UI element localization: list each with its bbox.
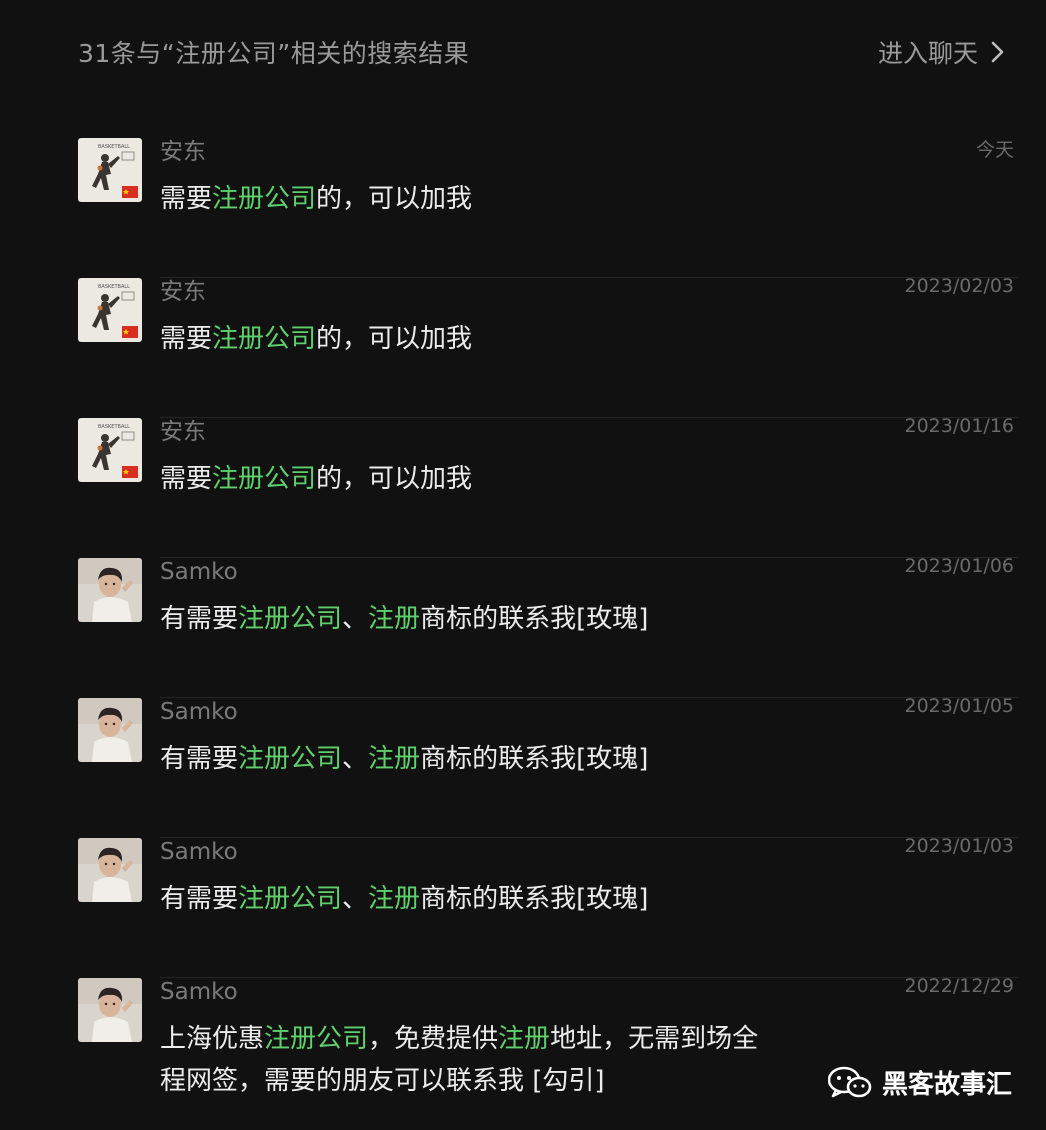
message-timestamp: 2023/01/06 [904,555,1014,577]
sender-name: Samko [160,839,238,865]
result-content: Samko 2023/01/03 有需要注册公司、注册商标的联系我[玫瑰] [160,835,1018,920]
message-segment: 商标的联系我[玫瑰] [420,744,649,774]
message-segment: 、 [342,604,369,634]
watermark: 黑客故事汇 [827,1064,1012,1101]
result-content: Samko 2023/01/06 有需要注册公司、注册商标的联系我[玫瑰] [160,555,1018,640]
message-timestamp: 2023/01/03 [904,835,1014,857]
search-result-item[interactable]: Samko 2023/01/03 有需要注册公司、注册商标的联系我[玫瑰] [78,835,1018,978]
message-text: 有需要注册公司、注册商标的联系我[玫瑰] [160,878,780,920]
avatar[interactable]: BASKETBALL [78,418,142,482]
sender-name: 安东 [160,279,206,305]
search-results-page: 31条与“注册公司”相关的搜索结果 进入聊天 BASKETBALL 安东 今天 需要注… [0,0,1046,1130]
wechat-icon [827,1066,872,1097]
keyword-highlight: 注册 [368,604,421,634]
keyword-highlight: 注册公司 [212,464,317,494]
search-result-item[interactable]: Samko 2023/01/05 有需要注册公司、注册商标的联系我[玫瑰] [78,695,1018,838]
search-result-item[interactable]: BASKETBALL 安东 2023/01/16 需要注册公司的，可以加我 [78,415,1018,558]
result-content: 安东 2023/01/16 需要注册公司的，可以加我 [160,415,1018,500]
message-text: 需要注册公司的，可以加我 [160,458,780,500]
results-count-title: 31条与“注册公司”相关的搜索结果 [78,39,470,68]
message-timestamp: 2023/01/05 [904,695,1014,717]
message-text: 有需要注册公司、注册商标的联系我[玫瑰] [160,738,780,780]
message-text: 上海优惠注册公司，免费提供注册地址，无需到场全程网签，需要的朋友可以联系我 [勾… [160,1018,780,1102]
enter-chat-button[interactable]: 进入聊天 [878,34,1006,70]
message-segment: ，免费提供 [368,1024,499,1054]
chevron-right-icon [991,41,1004,63]
message-timestamp: 今天 [975,139,1014,161]
message-segment: 商标的联系我[玫瑰] [420,604,649,634]
message-segment: 商标的联系我[玫瑰] [420,884,649,914]
message-text: 需要注册公司的，可以加我 [160,178,780,220]
avatar[interactable]: BASKETBALL [78,278,142,342]
avatar[interactable] [78,838,142,902]
keyword-highlight: 注册公司 [238,604,343,634]
watermark-text: 黑客故事汇 [881,1070,1012,1100]
message-segment: 有需要 [160,744,239,774]
search-result-item[interactable]: BASKETBALL 安东 2023/02/03 需要注册公司的，可以加我 [78,275,1018,418]
message-segment: 需要 [160,184,213,214]
sender-name: Samko [160,699,238,725]
keyword-highlight: 注册公司 [238,884,343,914]
message-segment: 有需要 [160,604,239,634]
keyword-highlight: 注册 [368,884,421,914]
message-segment: 有需要 [160,884,239,914]
keyword-highlight: 注册公司 [264,1024,369,1054]
message-segment: 的，可以加我 [316,464,473,494]
message-text: 有需要注册公司、注册商标的联系我[玫瑰] [160,598,780,640]
search-result-item[interactable]: BASKETBALL 安东 今天需要注册公司的，可以加我 [78,138,1018,278]
message-segment: 、 [342,884,369,914]
avatar[interactable]: BASKETBALL [78,138,142,202]
sender-name: Samko [160,559,238,585]
keyword-highlight: 注册公司 [238,744,343,774]
search-result-item[interactable]: Samko 2023/01/06 有需要注册公司、注册商标的联系我[玫瑰] [78,555,1018,698]
message-text: 需要注册公司的，可以加我 [160,318,780,360]
result-content: 安东 2023/02/03 需要注册公司的，可以加我 [160,275,1018,360]
keyword-highlight: 注册公司 [212,324,317,354]
keyword-highlight: 注册公司 [212,184,317,214]
avatar[interactable] [78,698,142,762]
svg-text:BASKETBALL: BASKETBALL [98,424,130,430]
search-result-item[interactable]: Samko 2022/12/29 上海优惠注册公司，免费提供注册地址，无需到场全程网… [78,975,1018,1128]
enter-chat-label: 进入聊天 [877,39,978,68]
sender-name: Samko [160,979,238,1005]
message-segment: 需要 [160,464,213,494]
message-segment: 、 [342,744,369,774]
message-segment: 需要 [160,324,213,354]
message-timestamp: 2023/02/03 [904,275,1014,297]
sender-name: 安东 [160,419,206,445]
result-content: 安东 今天需要注册公司的，可以加我 [160,138,1018,220]
message-segment: 上海优惠 [160,1024,265,1054]
message-segment: 的，可以加我 [316,184,473,214]
message-segment: 的，可以加我 [316,324,473,354]
sender-name: 安东 [160,139,206,165]
avatar[interactable] [78,978,142,1042]
result-content: Samko 2023/01/05 有需要注册公司、注册商标的联系我[玫瑰] [160,695,1018,780]
svg-text:BASKETBALL: BASKETBALL [98,144,130,150]
avatar[interactable] [78,558,142,622]
svg-text:BASKETBALL: BASKETBALL [98,284,130,290]
message-timestamp: 2022/12/29 [904,975,1014,997]
keyword-highlight: 注册 [368,744,421,774]
message-timestamp: 2023/01/16 [904,415,1014,437]
results-list: BASKETBALL 安东 今天 需要注册公司的，可以加我 BASKETBALL 安东 20… [78,138,1018,1128]
keyword-highlight: 注册 [498,1024,551,1054]
results-header: 31条与“注册公司”相关的搜索结果 进入聊天 [78,32,1006,72]
